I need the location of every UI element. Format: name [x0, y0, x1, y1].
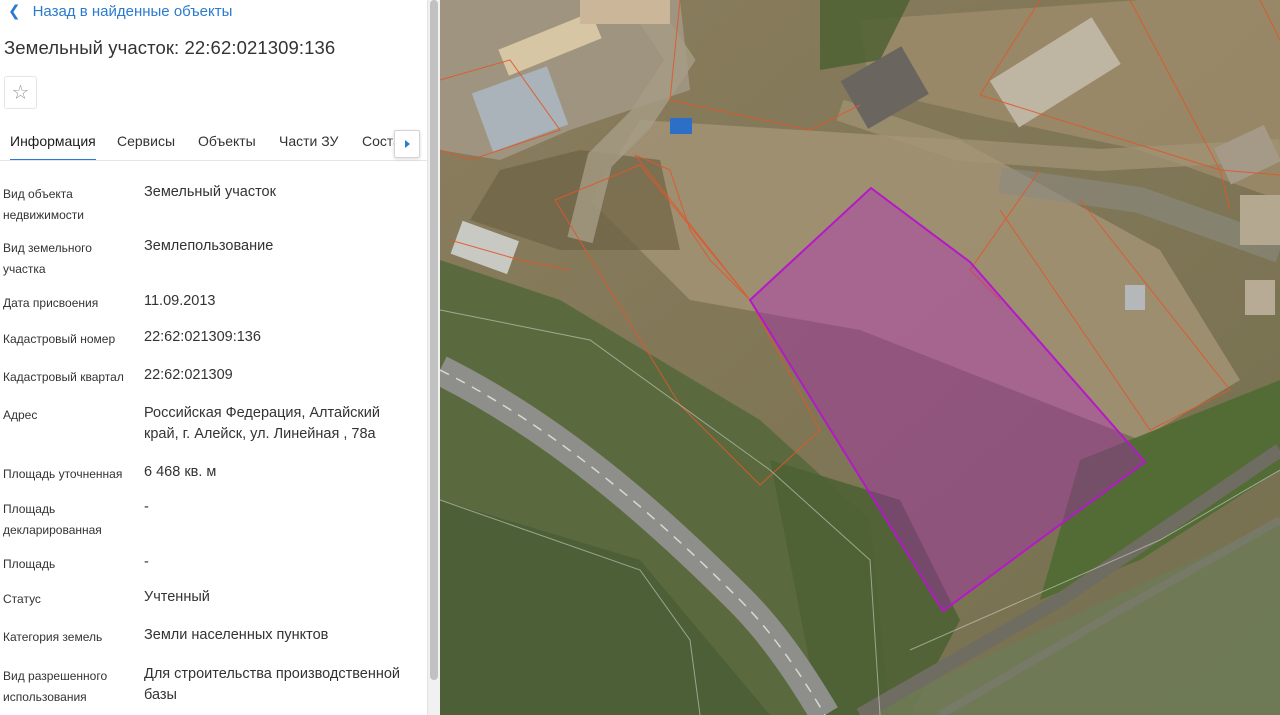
property-value: Для строительства производственной базы [144, 666, 401, 703]
scrollbar-thumb[interactable] [430, 0, 438, 680]
star-outline-icon: ☆ [11, 82, 30, 104]
tab-objects[interactable]: Объекты [198, 120, 256, 160]
panel-scrollbar[interactable] [427, 0, 440, 715]
property-value: 22:62:021309 [144, 367, 233, 383]
property-value: 11.09.2013 [144, 293, 216, 309]
property-value: Земли населенных пунктов [144, 627, 329, 643]
map-building [670, 118, 692, 134]
property-label: Статус [3, 592, 41, 606]
property-value: Учтенный [144, 589, 210, 605]
map-building [1240, 195, 1280, 245]
property-label: Вид объекта недвижимости [3, 187, 84, 222]
tab-parts[interactable]: Части ЗУ [279, 120, 338, 160]
property-label: Площадь декларированная [3, 502, 102, 537]
property-value: Земельный участок [144, 184, 276, 200]
back-link-label: Назад в найденные объекты [32, 2, 233, 20]
map-building [580, 0, 670, 24]
property-value: 22:62:021309:136 [144, 329, 261, 345]
property-value: Российская Федерация, Алтайский край, г.… [144, 405, 380, 442]
back-to-results-link[interactable]: ❮ Назад в найденные объекты [8, 2, 232, 20]
property-label: Адрес [3, 408, 38, 422]
property-label: Дата присвоения [3, 296, 99, 310]
property-label: Площадь уточненная [3, 467, 123, 481]
property-label: Вид разрешенного использования [3, 669, 108, 704]
page-title: Земельный участок: 22:62:021309:136 [4, 37, 336, 58]
tab-services[interactable]: Сервисы [117, 120, 175, 160]
tab-bar: Информация Сервисы Объекты Части ЗУ Сост… [0, 120, 427, 161]
property-label: Кадастровый номер [3, 332, 116, 346]
property-value: 6 468 кв. м [144, 464, 217, 480]
satellite-map[interactable] [440, 0, 1280, 715]
property-value: - [144, 499, 149, 515]
tab-info[interactable]: Информация [10, 120, 96, 160]
caret-right-icon [404, 140, 410, 148]
info-panel: ❮ Назад в найденные объекты Земельный уч… [0, 0, 427, 715]
property-value: - [144, 554, 149, 570]
tabs-scroll-right-button[interactable] [394, 130, 420, 158]
property-value: Землепользование [144, 238, 274, 254]
property-label: Категория земель [3, 630, 103, 644]
property-label: Кадастровый квартал [3, 370, 124, 384]
map-building [1125, 285, 1145, 310]
favorite-button[interactable]: ☆ [4, 76, 37, 109]
property-label: Площадь [3, 557, 56, 571]
chevron-left-icon: ❮ [8, 2, 21, 20]
map-building [1245, 280, 1275, 315]
map-view[interactable] [440, 0, 1280, 715]
property-label: Вид земельного участка [3, 241, 92, 276]
